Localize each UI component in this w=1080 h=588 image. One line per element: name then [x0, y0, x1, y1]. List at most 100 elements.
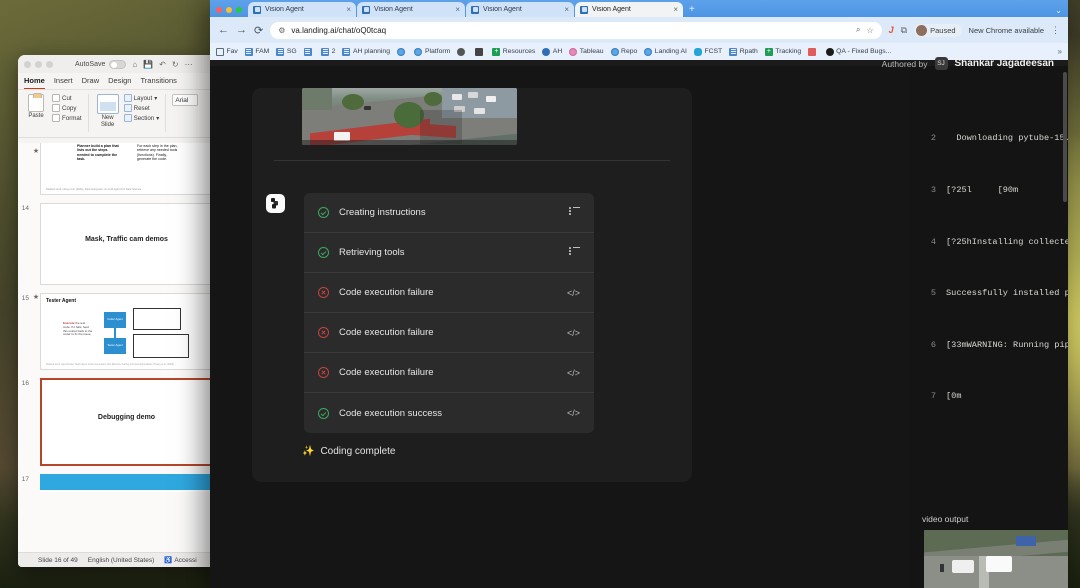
slide-thumbnail-17[interactable] — [40, 474, 213, 492]
close-button[interactable] — [216, 7, 222, 13]
terminal-log[interactable]: 2 Downloading pytube-15.0.0-py3-none-any… — [920, 96, 1068, 436]
code-icon[interactable]: </> — [567, 288, 580, 298]
list-icon[interactable] — [569, 247, 580, 258]
bookmark-fcst[interactable]: FCST — [694, 48, 722, 56]
bookmark-unnamed-2[interactable] — [397, 48, 408, 56]
list-icon[interactable] — [569, 207, 580, 218]
scrollbar-thumb[interactable] — [1063, 72, 1067, 202]
slide-list-item[interactable]: 14 Mask, Traffic cam demos — [18, 199, 218, 289]
tab-close-icon[interactable]: × — [346, 5, 351, 14]
slide-thumbnail-15[interactable]: Tester Agent Coder Agent Tester Agent Ex… — [40, 293, 213, 370]
slide-list-item[interactable]: ★ Calculate the distance between the sha… — [18, 143, 218, 199]
bookmark-repo[interactable]: Repo — [611, 48, 638, 56]
video-pane-left[interactable] — [924, 530, 1068, 588]
bookmark-landing-ai[interactable]: Landing AI — [644, 48, 687, 56]
bookmark-tracking[interactable]: Tracking — [765, 48, 801, 56]
bookmark-unnamed-3[interactable] — [457, 48, 468, 56]
copy-button[interactable]: Copy — [52, 104, 82, 112]
powerpoint-window[interactable]: AutoSave ⌂ 💾 ↶ ↻ ⋯ Home Insert Draw Desi… — [18, 55, 218, 567]
copy-extension-icon[interactable]: ⧉ — [901, 25, 907, 36]
slide-thumbnail-14[interactable]: Mask, Traffic cam demos — [40, 203, 213, 285]
zoom-button[interactable] — [46, 61, 53, 68]
undo-icon[interactable]: ↶ — [159, 60, 166, 69]
step-row[interactable]: Code execution failure </> — [304, 353, 594, 393]
chrome-menu-icon[interactable]: ⋮ — [1051, 25, 1060, 36]
step-row[interactable]: Retrieving tools — [304, 233, 594, 273]
bookmark-2[interactable]: 2 — [321, 48, 335, 56]
site-info-icon[interactable]: ⚙ — [278, 26, 285, 35]
browser-tab-3[interactable]: Vision Agent × — [466, 2, 574, 17]
bookmark-resources[interactable]: Resources — [492, 48, 535, 56]
font-name-input[interactable]: Arial — [172, 94, 198, 106]
bookmark-ah-planning[interactable]: AH planning — [342, 48, 390, 56]
chat-column[interactable]: Creating instructions Retrieving tools C… — [230, 66, 700, 588]
code-icon[interactable]: </> — [567, 328, 580, 338]
home-icon[interactable]: ⌂ — [132, 60, 137, 69]
tab-close-icon[interactable]: × — [564, 5, 569, 14]
video-output-preview[interactable] — [924, 530, 1068, 588]
extensions-row[interactable]: J ⧉ — [889, 25, 907, 36]
back-button[interactable]: ← — [218, 24, 229, 36]
minimize-button[interactable] — [35, 61, 42, 68]
tab-list-chevron-down-icon[interactable]: ⌄ — [1055, 6, 1062, 15]
slide-list-item[interactable]: 17 — [18, 470, 218, 496]
journey-extension-icon[interactable]: J — [889, 25, 894, 35]
bookmark-sg[interactable]: SG — [276, 48, 296, 56]
step-row[interactable]: Creating instructions — [304, 193, 594, 233]
bookmark-fav[interactable]: Fav — [216, 48, 238, 56]
language-label[interactable]: English (United States) — [88, 557, 154, 564]
cut-button[interactable]: Cut — [52, 94, 82, 102]
browser-tab-4[interactable]: Vision Agent × — [575, 2, 683, 17]
format-painter-button[interactable]: Format — [52, 114, 82, 122]
output-column[interactable]: 2 Downloading pytube-15.0.0-py3-none-any… — [910, 66, 1068, 588]
address-bar[interactable]: ⚙ va.landing.ai/chat/oQ0tcaq ⌕ ☆ — [270, 22, 881, 39]
tab-close-icon[interactable]: × — [455, 5, 460, 14]
more-icon[interactable]: ⋯ — [185, 60, 193, 69]
forward-button[interactable]: → — [236, 24, 247, 36]
bookmarks-overflow-button[interactable]: » — [1058, 47, 1062, 56]
ribbon-tabs[interactable]: Home Insert Draw Design Transitions — [18, 73, 218, 90]
bookmark-unnamed-1[interactable] — [304, 48, 315, 56]
zoom-button[interactable] — [236, 7, 242, 13]
traffic-video-thumbnail[interactable] — [302, 88, 517, 145]
slide-panel[interactable]: ★ Calculate the distance between the sha… — [18, 143, 218, 552]
bookmark-star-icon[interactable]: ☆ — [866, 26, 873, 35]
new-slide-button[interactable]: New Slide — [95, 94, 121, 128]
reload-button[interactable]: ⟳ — [254, 24, 263, 37]
paste-button[interactable]: Paste — [23, 94, 49, 120]
browser-tab-1[interactable]: Vision Agent × — [248, 2, 356, 17]
step-row[interactable]: Code execution failure </> — [304, 313, 594, 353]
slide-thumbnail-rail[interactable]: ★ Calculate the distance between the sha… — [18, 143, 218, 552]
ribbon-tab-design[interactable]: Design — [108, 76, 131, 89]
bookmark-unnamed-4[interactable] — [475, 48, 486, 56]
bookmark-ah[interactable]: AH — [542, 48, 562, 56]
reset-button[interactable]: Reset — [124, 104, 160, 112]
save-icon[interactable]: 💾 — [143, 60, 153, 69]
accessibility-button[interactable]: ♿ Accessi — [164, 556, 197, 564]
ribbon-tab-draw[interactable]: Draw — [82, 76, 100, 89]
code-icon[interactable]: </> — [567, 408, 580, 418]
bookmark-qa-fixed-bugs[interactable]: QA - Fixed Bugs... — [826, 48, 892, 56]
code-icon[interactable]: </> — [567, 368, 580, 378]
profile-chip[interactable]: Paused — [914, 24, 961, 37]
bookmark-unnamed-5[interactable] — [808, 48, 819, 56]
tab-close-icon[interactable]: × — [673, 5, 678, 14]
minimize-button[interactable] — [226, 7, 232, 13]
bookmark-tableau[interactable]: Tableau — [569, 48, 603, 56]
redo-icon[interactable]: ↻ — [172, 60, 179, 69]
ribbon-tab-transitions[interactable]: Transitions — [140, 76, 176, 89]
bookmark-platform[interactable]: Platform — [414, 48, 450, 56]
chrome-update-label[interactable]: New Chrome available — [969, 26, 1044, 35]
ribbon-tab-insert[interactable]: Insert — [54, 76, 73, 89]
slide-list-item[interactable]: 16 Debugging demo — [18, 374, 218, 470]
url-text[interactable]: va.landing.ai/chat/oQ0tcaq — [291, 26, 850, 35]
zoom-icon[interactable]: ⌕ — [856, 25, 860, 35]
close-button[interactable] — [24, 61, 31, 68]
new-tab-button[interactable]: + — [689, 4, 695, 15]
autosave-toggle[interactable] — [109, 60, 126, 69]
slide-thumbnail-13[interactable]: Calculate the distance between the shark… — [40, 143, 213, 195]
step-row[interactable]: Code execution failure </> — [304, 273, 594, 313]
step-row[interactable]: Code execution success </> — [304, 393, 594, 433]
page-scrollbar[interactable] — [1063, 66, 1067, 588]
ribbon-tab-home[interactable]: Home — [24, 76, 45, 89]
